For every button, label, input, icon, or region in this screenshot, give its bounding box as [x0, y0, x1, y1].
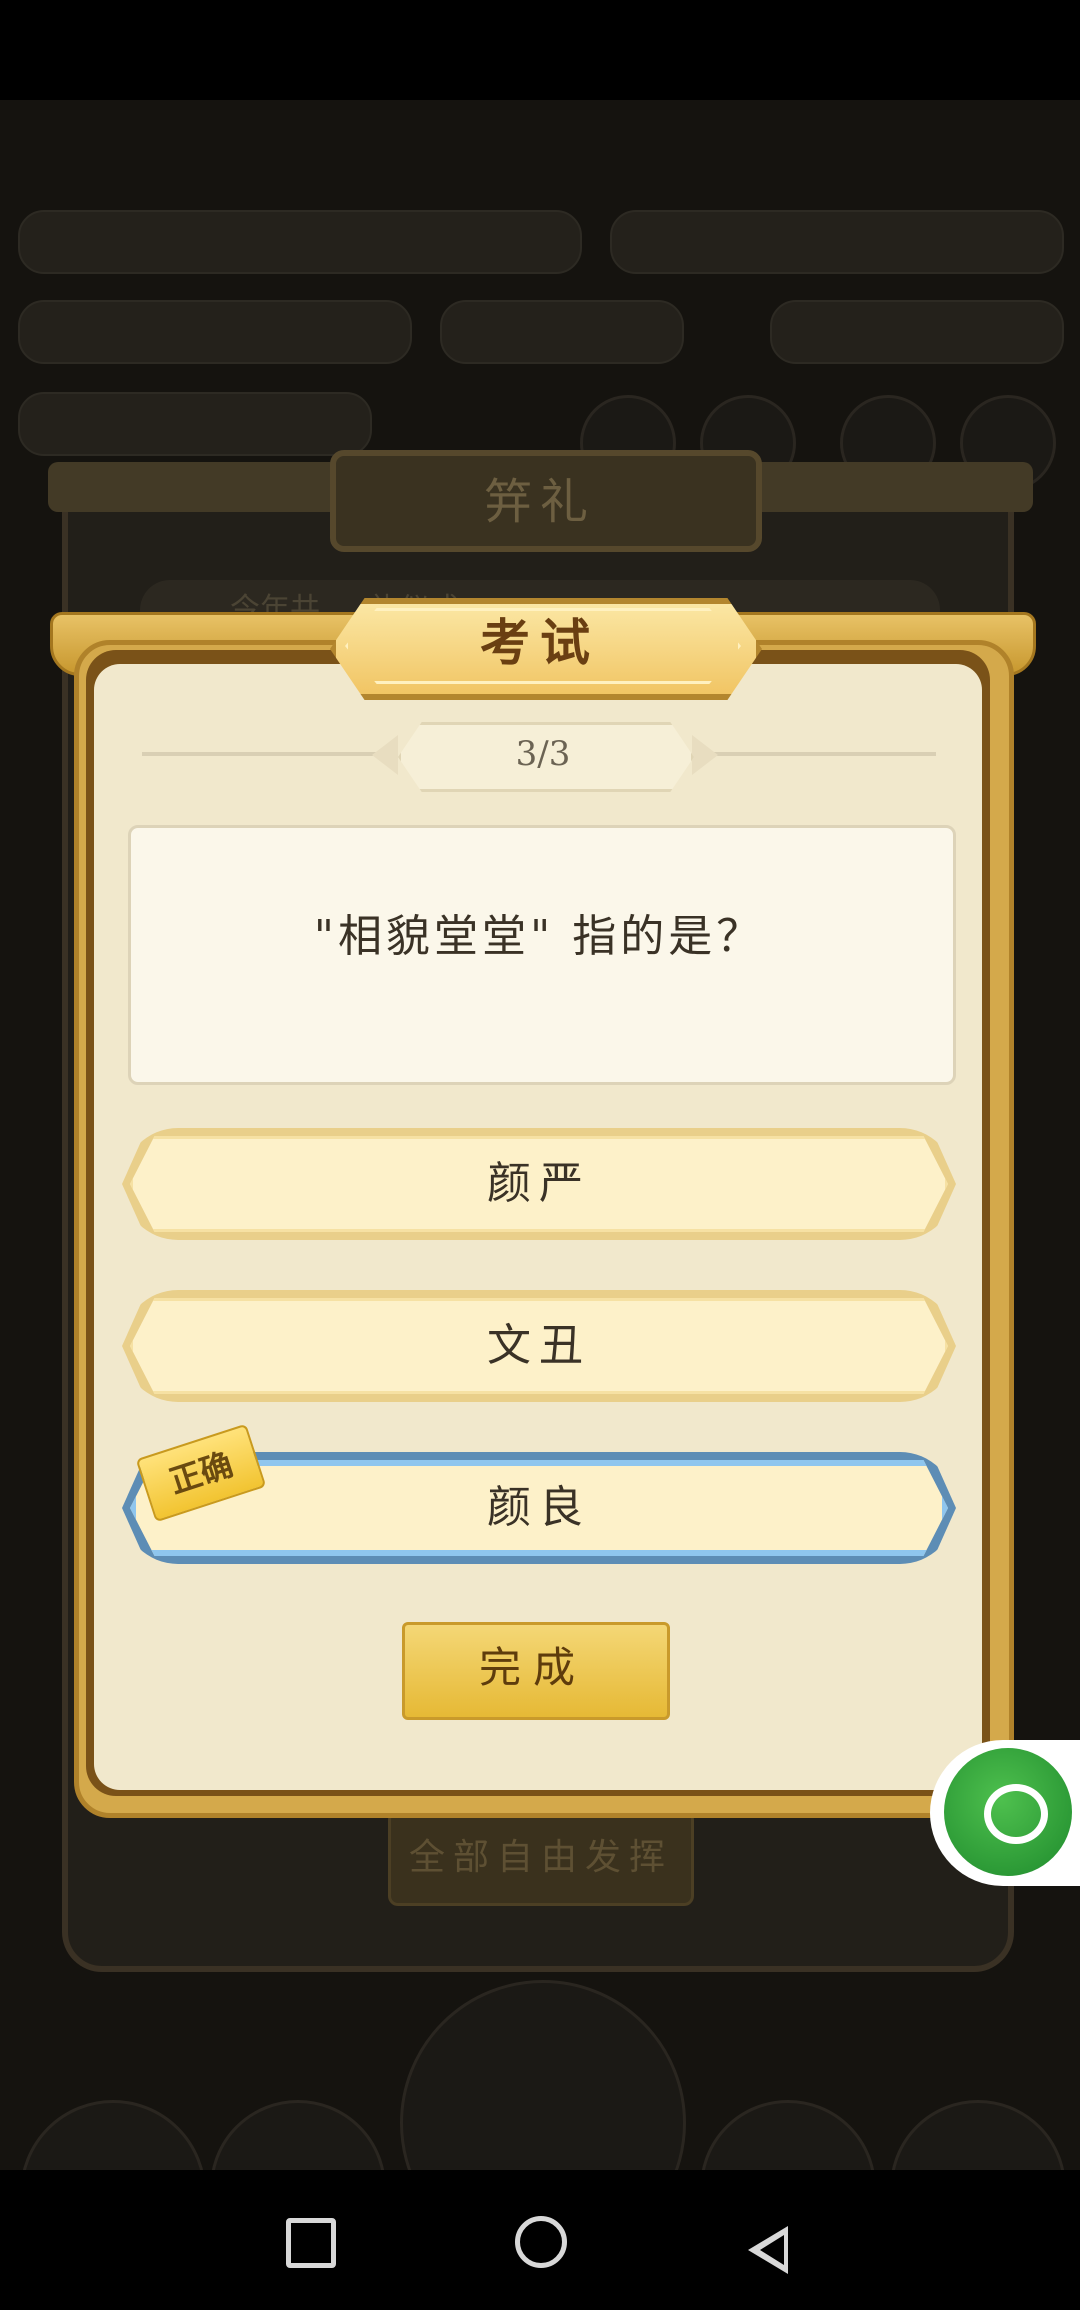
chat-bubble-glyph	[984, 1784, 1048, 1844]
answer-option-1[interactable]: 颜严	[122, 1128, 956, 1240]
question-text: "相貌堂堂" 指的是？	[313, 911, 765, 962]
background-panel	[18, 210, 582, 274]
back-icon-cutout	[760, 2235, 784, 2265]
answer-option-label: 文丑	[487, 1320, 591, 1371]
status-bar	[0, 0, 1080, 100]
answer-option-2[interactable]: 文丑	[122, 1290, 956, 1402]
done-button-label[interactable]: 完成	[402, 1622, 664, 1714]
back-dialog-title: 笄礼	[483, 474, 596, 530]
progress-text: 3/3	[515, 734, 571, 774]
chevron-left-icon	[372, 735, 398, 775]
progress-divider-left	[142, 752, 382, 756]
background-panel	[440, 300, 684, 364]
free-play-button: 全部自由发挥	[388, 1810, 694, 1906]
chevron-right-icon	[692, 735, 718, 775]
recent-apps-icon[interactable]	[286, 2218, 336, 2268]
progress-divider-right	[702, 752, 936, 756]
answer-option-label: 颜严	[487, 1158, 591, 1209]
background-panel	[770, 300, 1064, 364]
home-icon[interactable]	[515, 2216, 567, 2268]
background-panel	[18, 392, 372, 456]
exam-title: 考试	[480, 613, 600, 672]
background-panel	[18, 300, 412, 364]
background-panel	[610, 210, 1064, 274]
